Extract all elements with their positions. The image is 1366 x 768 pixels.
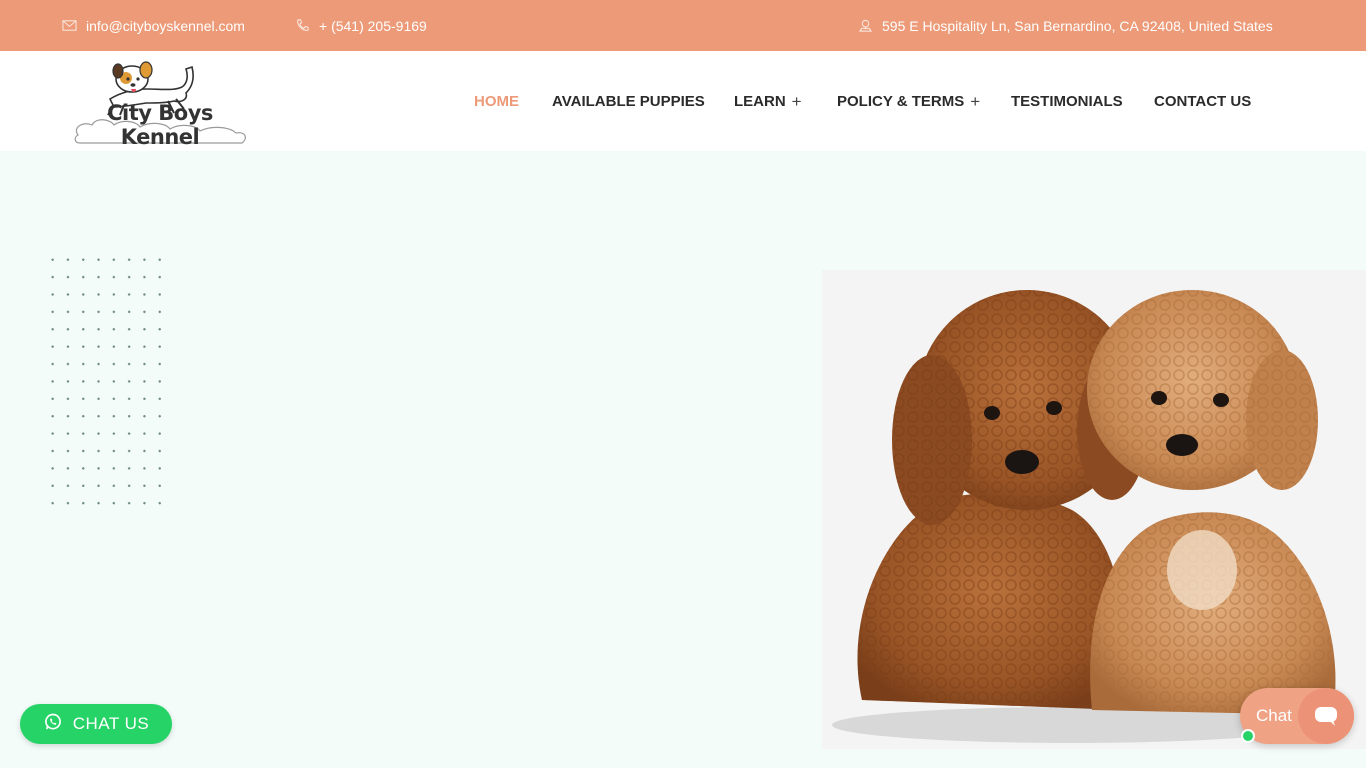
nav-home[interactable]: HOME <box>474 51 519 151</box>
logo-text: City Boys Kennel <box>107 101 213 149</box>
nav-learn-label: LEARN <box>734 92 786 110</box>
top-contact-bar: info@cityboyskennel.com + (541) 205-9169… <box>0 0 1366 51</box>
chat-widget-button[interactable]: Chat <box>1240 688 1354 744</box>
nav-testimonials-label: TESTIMONIALS <box>1011 92 1123 110</box>
nav-contact-us[interactable]: CONTACT US <box>1154 51 1251 151</box>
hero-puppies-image <box>822 270 1366 749</box>
phone-icon <box>295 18 310 33</box>
nav-contact-us-label: CONTACT US <box>1154 92 1252 110</box>
chat-widget-label: Chat <box>1256 706 1292 725</box>
two-poodle-puppies-photo <box>832 290 1336 743</box>
decorative-dot-grid <box>45 251 165 511</box>
online-status-dot <box>1241 729 1255 743</box>
chat-bubble-icon <box>1298 688 1354 744</box>
topbar-email-text[interactable]: info@cityboyskennel.com <box>86 18 245 34</box>
hero-section <box>0 151 1366 768</box>
nav-policy-terms-label: POLICY & TERMS <box>837 92 965 110</box>
topbar-phone-text[interactable]: + (541) 205-9169 <box>319 18 427 34</box>
topbar-address: 595 E Hospitality Ln, San Bernardino, CA… <box>858 0 1273 51</box>
nav-learn[interactable]: LEARN + <box>734 51 802 151</box>
whatsapp-icon <box>43 712 63 737</box>
nav-available-puppies-label: AVAILABLE PUPPIES <box>552 92 705 110</box>
plus-icon: + <box>970 91 981 111</box>
site-logo[interactable]: City Boys Kennel <box>70 59 250 149</box>
location-pin-icon <box>858 18 873 33</box>
nav-policy-terms[interactable]: POLICY & TERMS + <box>837 51 980 151</box>
nav-available-puppies[interactable]: AVAILABLE PUPPIES <box>552 51 705 151</box>
nav-home-label: HOME <box>474 92 519 110</box>
topbar-email[interactable]: info@cityboyskennel.com <box>62 0 245 51</box>
chat-us-label: CHAT US <box>72 714 150 733</box>
topbar-phone[interactable]: + (541) 205-9169 <box>295 0 427 51</box>
site-header: City Boys Kennel HOME AVAILABLE PUPPIES … <box>0 51 1366 151</box>
chat-us-button[interactable]: CHAT US <box>20 704 172 744</box>
envelope-icon <box>62 18 77 33</box>
topbar-address-text: 595 E Hospitality Ln, San Bernardino, CA… <box>882 17 1273 34</box>
plus-icon: + <box>791 91 802 111</box>
nav-testimonials[interactable]: TESTIMONIALS <box>1011 51 1123 151</box>
